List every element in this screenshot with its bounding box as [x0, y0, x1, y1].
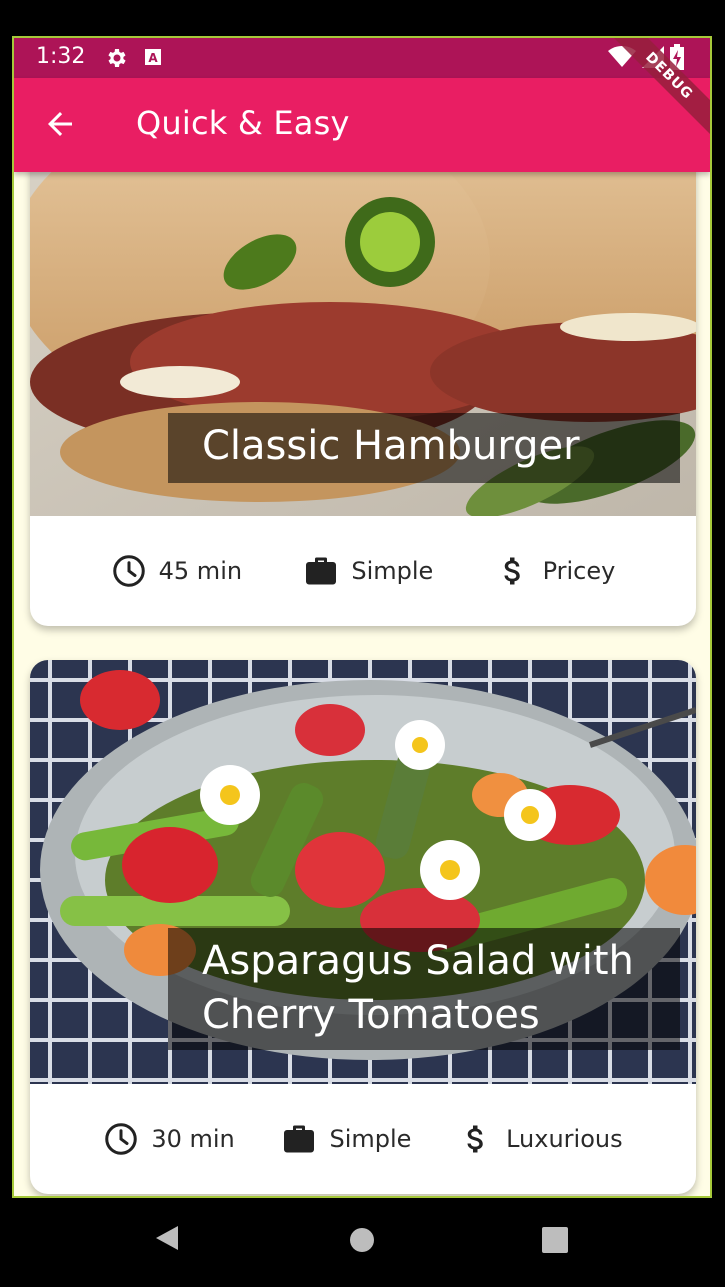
- dollar-icon: [504, 557, 520, 585]
- affordability-info: Pricey: [495, 553, 616, 589]
- meal-card[interactable]: Asparagus Salad with Cherry Tomatoes 30 …: [30, 660, 696, 1194]
- nav-home-icon[interactable]: [348, 1226, 376, 1254]
- affordability-label: Pricey: [542, 557, 616, 585]
- complexity-info: Simple: [303, 553, 433, 589]
- meal-title: Classic Hamburger: [168, 413, 680, 483]
- duration-info: 30 min: [103, 1121, 235, 1157]
- duration-info: 45 min: [111, 553, 242, 589]
- meal-list[interactable]: Classic Hamburger 45 min Simple Pricey A…: [14, 172, 710, 1196]
- keyboard-a-icon: A: [145, 49, 161, 65]
- settings-gear-icon: [108, 49, 126, 67]
- affordability-info: Luxurious: [458, 1121, 623, 1157]
- duration-label: 45 min: [158, 557, 243, 585]
- affordability-label: Luxurious: [506, 1125, 623, 1153]
- nav-recents-icon[interactable]: [541, 1226, 569, 1254]
- status-time: 1:32: [36, 44, 86, 69]
- briefcase-icon: [306, 557, 337, 585]
- dollar-icon: [467, 1125, 483, 1153]
- system-nav-bar: [0, 1198, 725, 1287]
- device-frame: 1:32 A Quick & Easy DEBUG Classic Hambur…: [12, 36, 712, 1198]
- meal-title: Asparagus Salad with Cherry Tomatoes: [168, 928, 680, 1050]
- svg-text:A: A: [148, 51, 158, 65]
- complexity-info: Simple: [281, 1121, 411, 1157]
- clock-icon: [105, 1123, 138, 1155]
- meal-meta: 45 min Simple Pricey: [30, 516, 696, 626]
- briefcase-icon: [284, 1125, 315, 1153]
- clock-icon: [112, 555, 145, 587]
- page-title: Quick & Easy: [136, 104, 350, 142]
- status-bar: 1:32 A: [14, 38, 710, 78]
- duration-label: 30 min: [151, 1125, 235, 1153]
- complexity-label: Simple: [329, 1125, 412, 1153]
- arrow-back-icon[interactable]: [42, 106, 78, 142]
- app-bar: Quick & Easy: [14, 78, 710, 172]
- complexity-label: Simple: [351, 557, 434, 585]
- meal-card[interactable]: Classic Hamburger 45 min Simple Pricey: [30, 172, 696, 626]
- meal-meta: 30 min Simple Luxurious: [30, 1084, 696, 1194]
- nav-back-icon[interactable]: [152, 1222, 184, 1254]
